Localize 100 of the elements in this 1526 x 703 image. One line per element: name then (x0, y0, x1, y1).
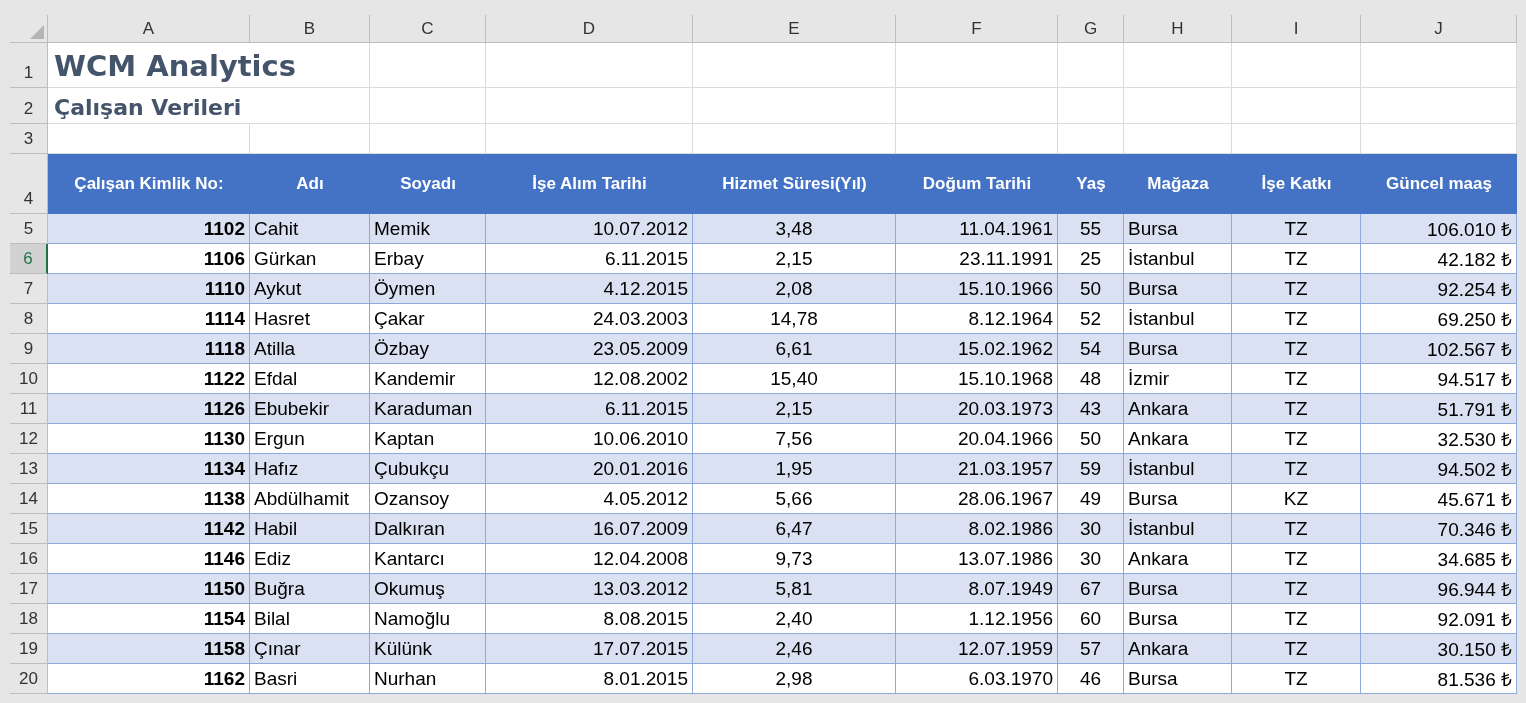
table-cell: Efdal (250, 364, 370, 394)
table-cell: İstanbul (1124, 304, 1232, 334)
row-header[interactable]: 16 (10, 544, 48, 574)
table-cell: 51.791 ₺ (1361, 394, 1517, 424)
table-cell: 5,81 (693, 574, 896, 604)
table-cell: 6,61 (693, 334, 896, 364)
table-cell: 24.03.2003 (486, 304, 693, 334)
table-cell: Bilal (250, 604, 370, 634)
column-header[interactable]: A (48, 15, 250, 43)
table-cell: 6.03.1970 (896, 664, 1058, 694)
table-cell: Okumuş (370, 574, 486, 604)
table-cell: Çubukçu (370, 454, 486, 484)
table-cell: 11.04.1961 (896, 214, 1058, 244)
table-cell: 42.182 ₺ (1361, 244, 1517, 274)
table-cell: Bursa (1124, 214, 1232, 244)
table-cell: 12.04.2008 (486, 544, 693, 574)
table-cell: Ankara (1124, 394, 1232, 424)
table-cell: Ankara (1124, 634, 1232, 664)
table-cell: TZ (1232, 454, 1361, 484)
row-header[interactable]: 12 (10, 424, 48, 454)
table-cell: Bursa (1124, 484, 1232, 514)
table-cell: Bursa (1124, 574, 1232, 604)
table-cell: 15.10.1966 (896, 274, 1058, 304)
column-heading: Çalışan Kimlik No: (48, 154, 250, 214)
table-cell: Külünk (370, 634, 486, 664)
table-cell: 1122 (48, 364, 250, 394)
row-header[interactable]: 15 (10, 514, 48, 544)
row-header[interactable]: 13 (10, 454, 48, 484)
table-cell: Basri (250, 664, 370, 694)
row-header[interactable]: 4 (10, 154, 48, 214)
table-cell: 20.03.1973 (896, 394, 1058, 424)
table-cell: 13.03.2012 (486, 574, 693, 604)
table-cell: Cahit (250, 214, 370, 244)
row-header[interactable]: 20 (10, 664, 48, 694)
column-header[interactable]: J (1361, 15, 1517, 43)
column-header[interactable]: D (486, 15, 693, 43)
column-header[interactable]: G (1058, 15, 1124, 43)
table-cell: 4.05.2012 (486, 484, 693, 514)
table-cell: 50 (1058, 424, 1124, 454)
table-cell: Dalkıran (370, 514, 486, 544)
column-header[interactable]: H (1124, 15, 1232, 43)
table-cell: TZ (1232, 604, 1361, 634)
table-cell: Ediz (250, 544, 370, 574)
row-header[interactable]: 6 (10, 244, 48, 274)
table-cell: TZ (1232, 634, 1361, 664)
table-cell: 57 (1058, 634, 1124, 664)
table-cell: 2,40 (693, 604, 896, 634)
table-cell: 1,95 (693, 454, 896, 484)
row-header[interactable]: 17 (10, 574, 48, 604)
column-header[interactable]: B (250, 15, 370, 43)
table-cell: 96.944 ₺ (1361, 574, 1517, 604)
table-cell: 94.502 ₺ (1361, 454, 1517, 484)
row-header[interactable]: 2 (10, 88, 48, 124)
table-cell: Çakar (370, 304, 486, 334)
table-cell: 1158 (48, 634, 250, 664)
table-cell: Gürkan (250, 244, 370, 274)
table-cell: Kandemir (370, 364, 486, 394)
table-cell: TZ (1232, 514, 1361, 544)
table-cell: 16.07.2009 (486, 514, 693, 544)
column-header[interactable]: F (896, 15, 1058, 43)
row-header[interactable]: 8 (10, 304, 48, 334)
sheet-title: WCM Analytics (48, 43, 370, 88)
row-header[interactable]: 5 (10, 214, 48, 244)
table-cell: 1.12.1956 (896, 604, 1058, 634)
row-header[interactable]: 9 (10, 334, 48, 364)
table-cell: TZ (1232, 274, 1361, 304)
row-header[interactable]: 3 (10, 124, 48, 154)
column-header[interactable]: E (693, 15, 896, 43)
table-cell: 48 (1058, 364, 1124, 394)
table-cell: 1110 (48, 274, 250, 304)
column-header[interactable]: C (370, 15, 486, 43)
row-header[interactable]: 19 (10, 634, 48, 664)
table-cell: 70.346 ₺ (1361, 514, 1517, 544)
table-cell: Ebubekir (250, 394, 370, 424)
table-cell: 34.685 ₺ (1361, 544, 1517, 574)
row-header[interactable]: 10 (10, 364, 48, 394)
table-cell: Buğra (250, 574, 370, 604)
table-cell: 30 (1058, 544, 1124, 574)
table-cell: Abdülhamit (250, 484, 370, 514)
table-cell: 45.671 ₺ (1361, 484, 1517, 514)
row-header[interactable]: 1 (10, 43, 48, 88)
column-heading: Soyadı (370, 154, 486, 214)
empty-cell (1058, 43, 1124, 88)
table-cell: 2,46 (693, 634, 896, 664)
row-header[interactable]: 14 (10, 484, 48, 514)
table-cell: İzmir (1124, 364, 1232, 394)
table-cell: 12.07.1959 (896, 634, 1058, 664)
table-cell: 2,15 (693, 394, 896, 424)
column-header[interactable]: I (1232, 15, 1361, 43)
table-cell: 1150 (48, 574, 250, 604)
table-cell: 8.08.2015 (486, 604, 693, 634)
row-header[interactable]: 11 (10, 394, 48, 424)
column-heading: Yaş (1058, 154, 1124, 214)
table-cell: Ankara (1124, 424, 1232, 454)
column-heading: Hizmet Süresi(Yıl) (693, 154, 896, 214)
table-cell: 23.11.1991 (896, 244, 1058, 274)
column-heading: İşe Katkı (1232, 154, 1361, 214)
table-cell: 12.08.2002 (486, 364, 693, 394)
row-header[interactable]: 18 (10, 604, 48, 634)
row-header[interactable]: 7 (10, 274, 48, 304)
